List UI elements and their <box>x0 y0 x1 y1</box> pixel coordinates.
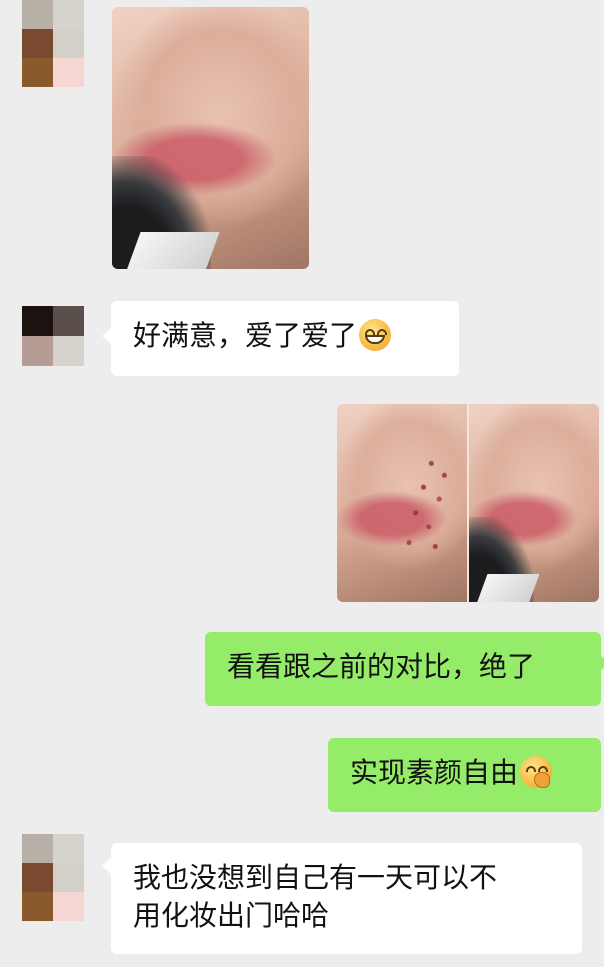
message-text-line: 用化妆出门哈哈 <box>133 899 330 932</box>
message-bubble[interactable]: 看看跟之前的对比，绝了 <box>205 632 601 706</box>
message-bubble[interactable]: 我也没想到自己有一天可以不 用化妆出门哈哈 <box>111 843 582 954</box>
chat-image-comparison[interactable] <box>337 404 599 602</box>
avatar[interactable] <box>22 306 84 366</box>
message-bubble[interactable]: 实现素颜自由 <box>328 738 601 812</box>
bubble-tail <box>102 328 111 344</box>
message-text-line: 我也没想到自己有一天可以不 <box>133 861 498 894</box>
grinning-face-icon <box>359 319 392 351</box>
message-text: 好满意，爱了爱了 <box>133 319 358 352</box>
thinking-face-icon <box>520 756 553 788</box>
message-text: 看看跟之前的对比，绝了 <box>227 650 536 683</box>
avatar[interactable] <box>22 0 84 87</box>
bubble-tail <box>600 655 604 671</box>
bubble-tail <box>102 858 111 874</box>
message-text: 实现素颜自由 <box>350 756 519 789</box>
chat-image[interactable] <box>112 7 309 269</box>
message-bubble[interactable]: 好满意，爱了爱了 <box>111 301 459 376</box>
avatar[interactable] <box>22 834 84 921</box>
